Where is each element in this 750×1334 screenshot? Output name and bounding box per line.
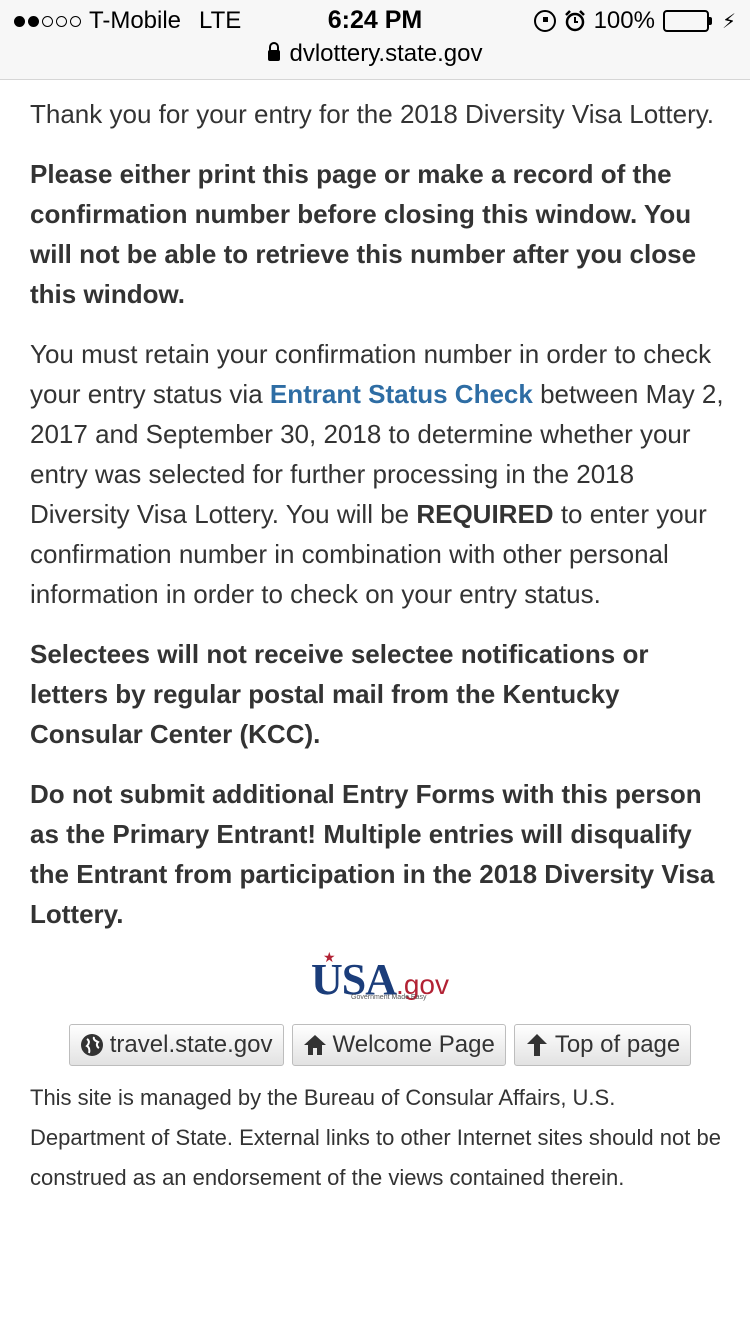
intro-text: Thank you for your entry for the 2018 Di… bbox=[30, 99, 715, 129]
entrant-status-check-link[interactable]: Entrant Status Check bbox=[270, 379, 533, 409]
required-emphasis: REQUIRED bbox=[416, 499, 554, 529]
footer-disclaimer: This site is managed by the Bureau of Co… bbox=[30, 1085, 721, 1190]
star-icon: ★ bbox=[323, 951, 336, 966]
home-icon bbox=[303, 1035, 326, 1055]
arrow-up-icon bbox=[526, 1034, 547, 1056]
print-warning: Please either print this page or make a … bbox=[30, 159, 697, 309]
no-additional-entries-warning: Do not submit additional Entry Forms wit… bbox=[30, 779, 715, 929]
lock-icon bbox=[267, 42, 280, 61]
status-icons: 100% ⚡︎ bbox=[533, 7, 736, 35]
globe-icon bbox=[80, 1034, 103, 1056]
orientation-lock-icon bbox=[533, 10, 556, 32]
footer-buttons: travel.state.gov Welcome Page Top of pag… bbox=[30, 1024, 730, 1066]
retain-notice: You must retain your confirmation number… bbox=[30, 334, 730, 614]
top-of-page-button[interactable]: Top of page bbox=[513, 1024, 692, 1066]
travel-button-label: travel.state.gov bbox=[109, 1031, 273, 1058]
alarm-icon bbox=[564, 10, 585, 32]
battery-icon bbox=[662, 10, 712, 32]
welcome-button-label: Welcome Page bbox=[332, 1031, 495, 1058]
usa-gov-logo[interactable]: ★ USA.gov Government Made Easy bbox=[30, 951, 730, 1014]
status-bar: T-Mobile LTE 6:24 PM 100% ⚡︎ dvlottery.s… bbox=[0, 0, 750, 80]
address-bar[interactable]: dvlottery.state.gov bbox=[0, 40, 750, 68]
welcome-page-button[interactable]: Welcome Page bbox=[291, 1024, 506, 1066]
selectees-notice: Selectees will not receive selectee noti… bbox=[30, 639, 649, 749]
main-content: Thank you for your entry for the 2018 Di… bbox=[30, 94, 730, 1198]
url-text: dvlottery.state.gov bbox=[289, 40, 483, 67]
top-button-label: Top of page bbox=[554, 1031, 681, 1058]
battery-percent: 100% bbox=[593, 7, 655, 34]
charging-bolt-icon: ⚡︎ bbox=[721, 10, 736, 33]
travel-state-gov-button[interactable]: travel.state.gov bbox=[68, 1024, 284, 1066]
